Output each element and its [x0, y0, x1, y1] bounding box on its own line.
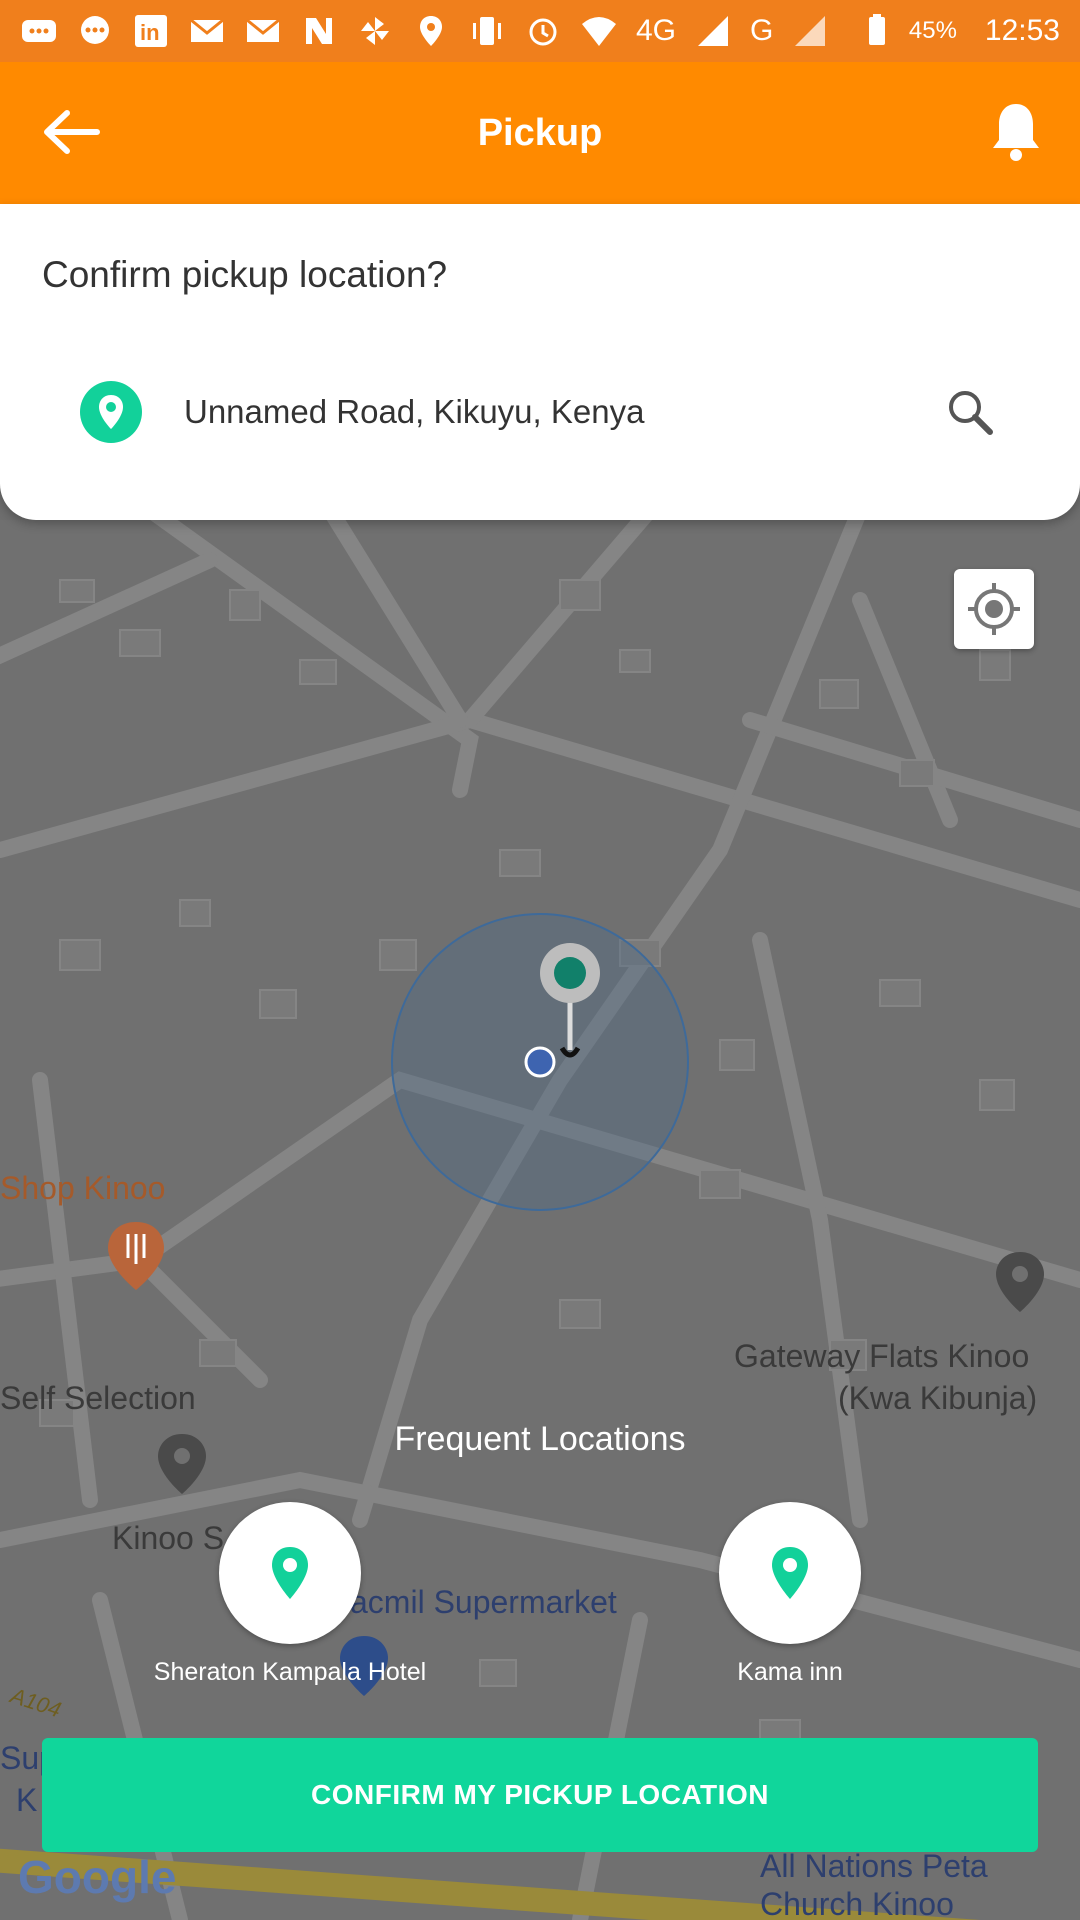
map-label-all-nations: All Nations Peta — [760, 1848, 988, 1884]
pinwheel-icon — [356, 14, 394, 48]
confirm-pickup-button[interactable]: CONFIRM MY PICKUP LOCATION — [42, 1738, 1038, 1852]
confirm-question: Confirm pickup location? — [42, 254, 448, 295]
frequent-location-item[interactable]: Sheraton Kampala Hotel — [140, 1502, 440, 1687]
map-label-gateway: Gateway Flats Kinoo — [734, 1338, 1030, 1374]
clock: 12:53 — [984, 14, 1060, 47]
gmail-icon — [188, 14, 226, 48]
location-pin-icon — [80, 381, 142, 443]
status-right: 45% 12:53 — [857, 14, 1060, 48]
map-label-all-nations-2: Church Kinoo — [760, 1886, 954, 1920]
pickup-card: Confirm pickup location? Unnamed Road, K… — [0, 204, 1080, 520]
my-location-button[interactable] — [954, 569, 1034, 649]
page-title: Pickup — [477, 111, 603, 154]
search-icon — [949, 391, 993, 435]
google-logo: Google — [18, 1851, 177, 1903]
map-label-shop: Shop Kinoo — [0, 1170, 166, 1206]
map-label-gateway-2: (Kwa Kibunja) — [838, 1380, 1038, 1416]
n-app-icon — [300, 14, 338, 48]
map-label-self-selection: Self Selection — [0, 1380, 196, 1416]
location-pin-icon — [772, 1547, 808, 1599]
vibrate-icon — [468, 14, 506, 48]
my-location-dot — [524, 1046, 556, 1078]
location-icon — [412, 14, 450, 48]
gmail-icon — [244, 14, 282, 48]
chat-icon — [76, 14, 114, 48]
notification-icons: in 4G G — [20, 14, 857, 48]
signal-icon — [791, 14, 829, 48]
frequent-location-label: Sheraton Kampala Hotel — [153, 1658, 427, 1686]
app-bar: Pickup — [0, 62, 1080, 204]
alarm-icon — [524, 14, 562, 48]
map-label-k: K — [16, 1782, 38, 1818]
linkedin-icon: in — [132, 14, 170, 48]
signal-icon — [694, 14, 732, 48]
map-view[interactable]: Shop Kinoo Self Selection Kinoo S acmil … — [0, 520, 1080, 1920]
network-type-2: G — [750, 14, 774, 47]
svg-text:in: in — [140, 20, 160, 45]
location-pin-icon — [272, 1547, 308, 1599]
frequent-location-item[interactable]: Kama inn — [640, 1502, 940, 1687]
pickup-address-row[interactable]: Unnamed Road, Kikuyu, Kenya — [80, 376, 1000, 448]
sms-icon — [20, 14, 58, 48]
frequent-location-label: Kama inn — [737, 1658, 843, 1686]
back-button[interactable] — [38, 102, 104, 162]
status-bar: in 4G G 45% 12:53 — [0, 0, 1080, 62]
frequent-locations-title: Frequent Locations — [394, 1420, 686, 1458]
wifi-icon — [580, 14, 618, 48]
pickup-address: Unnamed Road, Kikuyu, Kenya — [184, 393, 645, 430]
map-roads — [0, 520, 1080, 1920]
battery-icon — [857, 14, 895, 48]
notifications-button[interactable] — [986, 98, 1046, 166]
battery-level: 45% — [908, 17, 957, 44]
frequent-location-button[interactable] — [219, 1502, 361, 1644]
arrow-left-icon — [44, 110, 100, 154]
network-type: 4G — [636, 14, 677, 47]
bell-icon — [993, 104, 1039, 161]
search-button[interactable] — [940, 382, 1000, 442]
place-pin-icon — [996, 1252, 1044, 1312]
frequent-location-button[interactable] — [719, 1502, 861, 1644]
crosshair-icon — [968, 583, 1020, 635]
